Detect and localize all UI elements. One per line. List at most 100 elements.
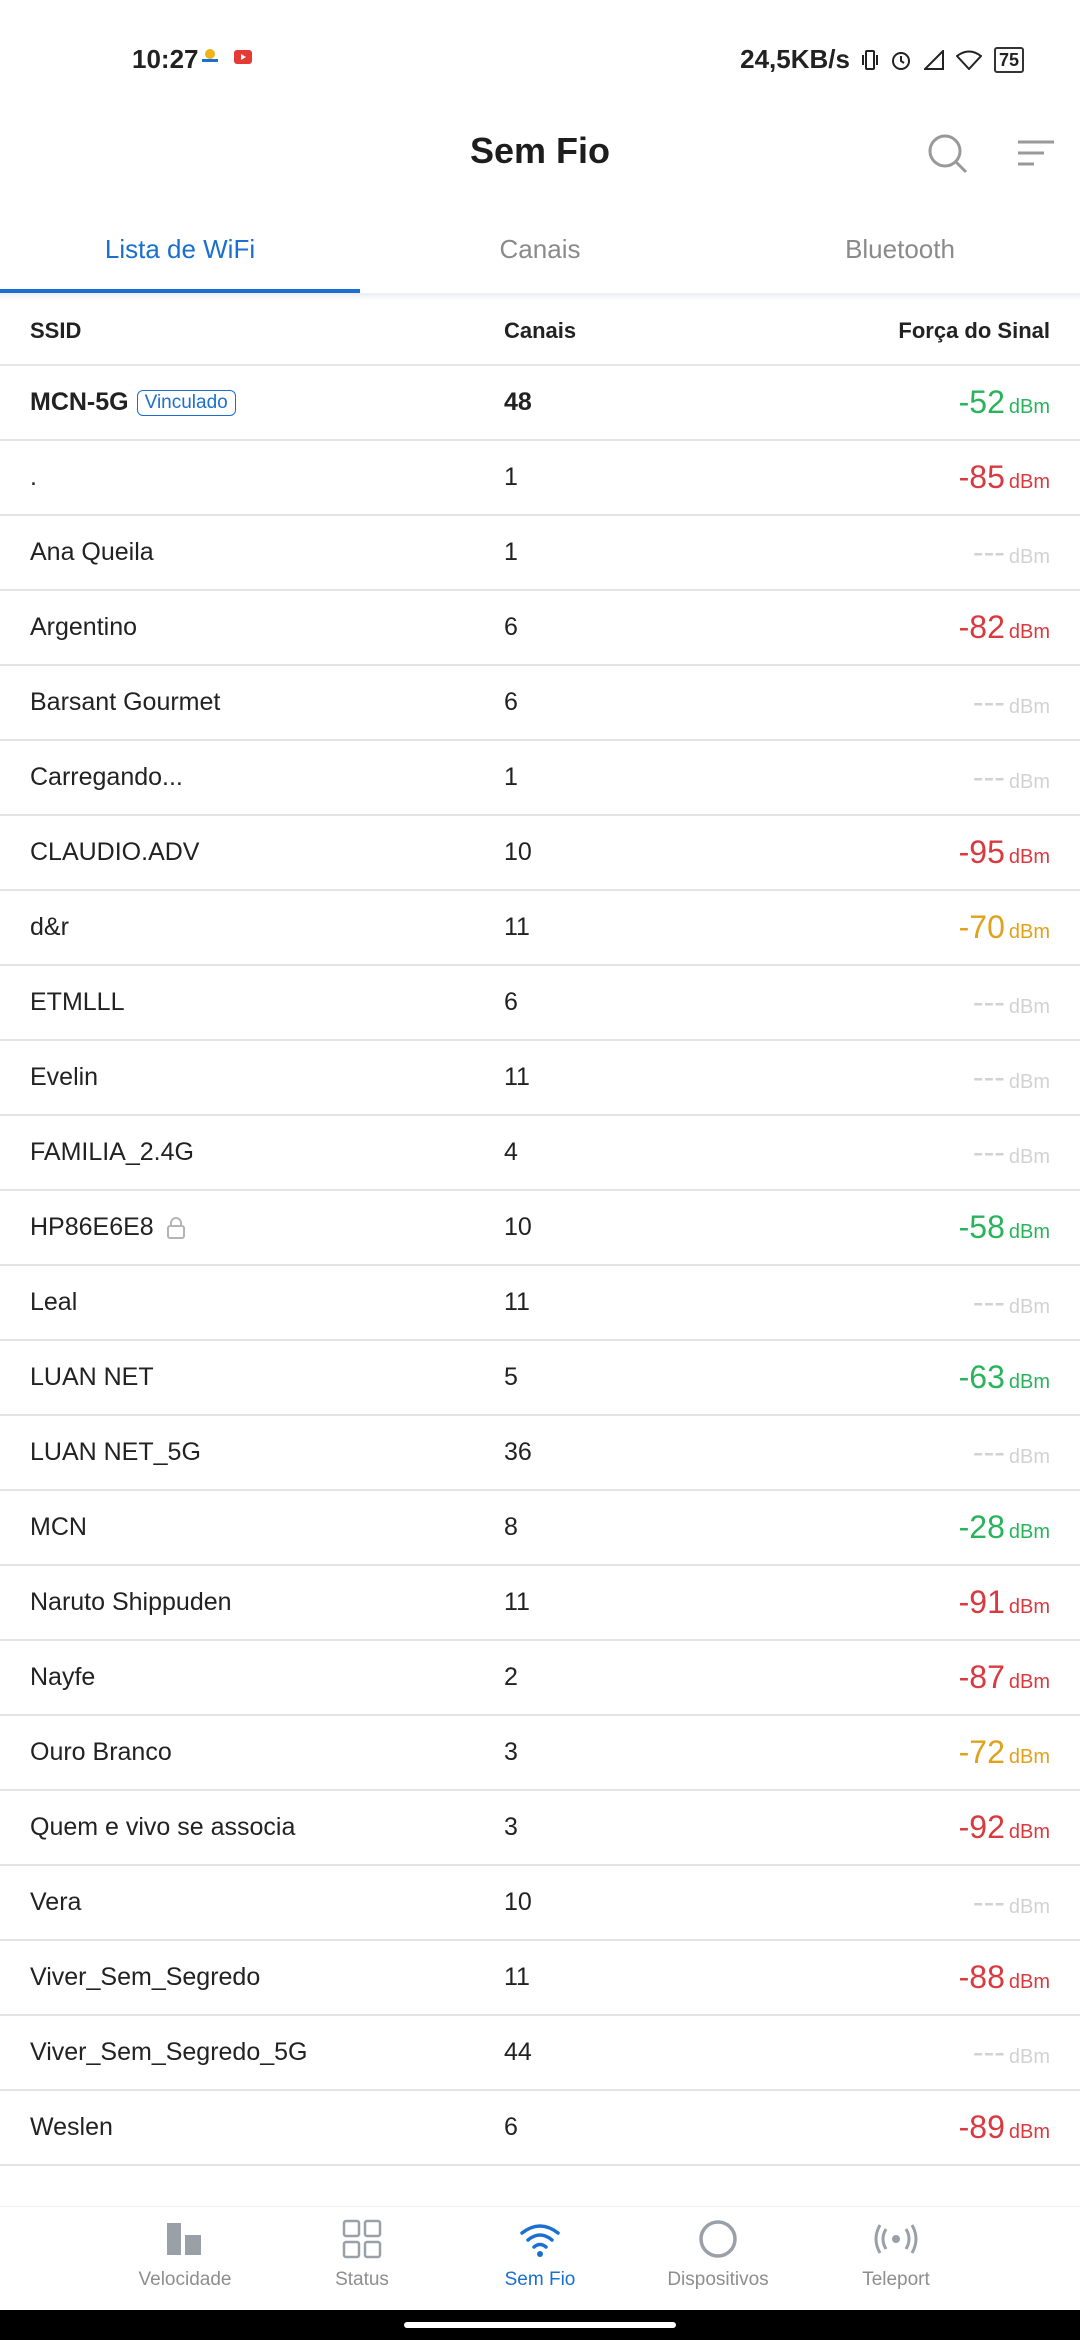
- signal-unit: dBm: [1008, 546, 1050, 568]
- ssid-name: .: [30, 463, 37, 491]
- ssid-cell: Weslen: [0, 2113, 474, 2142]
- signal-cell: -52 dBm: [754, 384, 1080, 421]
- battery-icon: 75: [993, 46, 1024, 73]
- ssid-name: Nayfe: [30, 1663, 96, 1691]
- grid-icon: [342, 2219, 382, 2259]
- ssid-cell: d&r: [0, 913, 474, 942]
- nav-status[interactable]: Status: [292, 2217, 432, 2291]
- table-row[interactable]: Evelin 11 --- dBm: [0, 1041, 1080, 1116]
- nav-wireless[interactable]: Sem Fio: [470, 2217, 610, 2291]
- cell-signal-icon: [923, 49, 944, 70]
- ssid-name: Evelin: [30, 1063, 99, 1091]
- signal-value: -72: [958, 1734, 1005, 1770]
- table-row[interactable]: Quem e vivo se associa 3 -92 dBm: [0, 1791, 1080, 1866]
- signal-cell: -95 dBm: [754, 834, 1080, 871]
- home-indicator[interactable]: [404, 2322, 676, 2328]
- channel-cell: 3: [504, 1813, 518, 1841]
- ssid-cell: Nayfe: [0, 1663, 474, 1692]
- signal-value: ---: [972, 1884, 1005, 1920]
- table-row[interactable]: Viver_Sem_Segredo_5G 44 --- dBm: [0, 2016, 1080, 2091]
- ssid-name: LUAN NET_5G: [30, 1438, 201, 1466]
- channel-cell: 8: [504, 1513, 518, 1541]
- table-row[interactable]: Naruto Shippuden 11 -91 dBm: [0, 1566, 1080, 1641]
- signal-value: ---: [972, 1059, 1005, 1095]
- table-row[interactable]: Weslen 6 -89 dBm: [0, 2091, 1080, 2166]
- nav-devices-label: Dispositivos: [667, 2269, 769, 2290]
- ssid-cell: Evelin: [0, 1063, 474, 1092]
- filter-sort-icon[interactable]: [1018, 138, 1054, 168]
- ssid-cell: HP86E6E8: [0, 1213, 474, 1242]
- nav-wireless-label: Sem Fio: [504, 2269, 576, 2290]
- signal-unit: dBm: [1008, 1821, 1050, 1843]
- signal-value: -58: [958, 1209, 1005, 1245]
- signal-cell: -63 dBm: [754, 1359, 1080, 1396]
- signal-unit: dBm: [1008, 1596, 1050, 1618]
- table-row[interactable]: d&r 11 -70 dBm: [0, 891, 1080, 966]
- signal-cell: -87 dBm: [754, 1659, 1080, 1696]
- notification-icons: [200, 48, 252, 66]
- tab-wifi-list[interactable]: Lista de WiFi: [0, 226, 360, 294]
- signal-value: -85: [958, 459, 1005, 495]
- table-row[interactable]: FAMILIA_2.4G 4 --- dBm: [0, 1116, 1080, 1191]
- ssid-name: Carregando...: [30, 763, 183, 791]
- table-row[interactable]: MCN 8 -28 dBm: [0, 1491, 1080, 1566]
- signal-unit: dBm: [1008, 771, 1050, 793]
- table-row[interactable]: LUAN NET 5 -63 dBm: [0, 1341, 1080, 1416]
- signal-cell: --- dBm: [754, 1134, 1080, 1171]
- search-icon[interactable]: [926, 132, 970, 176]
- signal-cell: --- dBm: [754, 2034, 1080, 2071]
- table-row[interactable]: HP86E6E8 10 -58 dBm: [0, 1191, 1080, 1266]
- tab-channels[interactable]: Canais: [360, 226, 720, 292]
- signal-cell: --- dBm: [754, 1059, 1080, 1096]
- signal-unit: dBm: [1008, 1746, 1050, 1768]
- nav-teleport[interactable]: Teleport: [826, 2217, 966, 2291]
- net-speed: 24,5KB/s: [740, 44, 850, 74]
- table-row[interactable]: CLAUDIO.ADV 10 -95 dBm: [0, 816, 1080, 891]
- ssid-name: Barsant Gourmet: [30, 688, 221, 716]
- signal-cell: --- dBm: [754, 759, 1080, 796]
- table-row[interactable]: Nayfe 2 -87 dBm: [0, 1641, 1080, 1716]
- signal-value: ---: [972, 684, 1005, 720]
- signal-unit: dBm: [1008, 2046, 1050, 2068]
- table-row[interactable]: ETMLLL 6 --- dBm: [0, 966, 1080, 1041]
- nav-devices[interactable]: Dispositivos: [648, 2217, 788, 2291]
- table-row[interactable]: LUAN NET_5G 36 --- dBm: [0, 1416, 1080, 1491]
- nav-speed[interactable]: Velocidade: [115, 2217, 255, 2291]
- ssid-cell: MCN: [0, 1513, 474, 1542]
- table-row[interactable]: Barsant Gourmet 6 --- dBm: [0, 666, 1080, 741]
- speed-bars-icon: [167, 2223, 201, 2255]
- signal-cell: --- dBm: [754, 1284, 1080, 1321]
- nav-status-label: Status: [335, 2269, 389, 2290]
- ssid-name: Ouro Branco: [30, 1738, 172, 1766]
- connected-badge: Vinculado: [136, 389, 236, 416]
- table-row[interactable]: Viver_Sem_Segredo 11 -88 dBm: [0, 1941, 1080, 2016]
- ssid-name: HP86E6E8: [30, 1213, 154, 1241]
- signal-cell: --- dBm: [754, 984, 1080, 1021]
- channel-cell: 10: [504, 1213, 532, 1241]
- signal-unit: dBm: [1008, 621, 1050, 643]
- table-row[interactable]: Vera 10 --- dBm: [0, 1866, 1080, 1941]
- status-time: 10:27: [132, 44, 199, 74]
- signal-value: ---: [972, 1134, 1005, 1170]
- ssid-cell: Viver_Sem_Segredo_5G: [0, 2038, 474, 2067]
- tab-bar: Lista de WiFi Canais Bluetooth: [0, 226, 1080, 294]
- table-row[interactable]: Ana Queila 1 --- dBm: [0, 516, 1080, 591]
- wifi-table: SSID Canais Força do Sinal MCN-5G Vincula…: [0, 298, 1080, 2166]
- table-row[interactable]: . 1 -85 dBm: [0, 441, 1080, 516]
- table-row[interactable]: Leal 11 --- dBm: [0, 1266, 1080, 1341]
- table-row[interactable]: MCN-5G Vinculado 48 -52 dBm: [0, 366, 1080, 441]
- status-right: 24,5KB/s 75: [740, 44, 1024, 75]
- tab-bluetooth[interactable]: Bluetooth: [720, 226, 1080, 292]
- channel-cell: 10: [504, 1888, 532, 1916]
- table-row[interactable]: Carregando... 1 --- dBm: [0, 741, 1080, 816]
- ssid-cell: Viver_Sem_Segredo: [0, 1963, 474, 1992]
- signal-unit: dBm: [1008, 996, 1050, 1018]
- signal-value: -95: [958, 834, 1005, 870]
- signal-value: ---: [972, 759, 1005, 795]
- ssid-cell: LUAN NET: [0, 1363, 474, 1392]
- table-row[interactable]: Ouro Branco 3 -72 dBm: [0, 1716, 1080, 1791]
- ssid-cell: .: [0, 463, 474, 492]
- channel-cell: 1: [504, 763, 518, 791]
- ssid-name: MCN-5G: [30, 388, 129, 416]
- table-row[interactable]: Argentino 6 -82 dBm: [0, 591, 1080, 666]
